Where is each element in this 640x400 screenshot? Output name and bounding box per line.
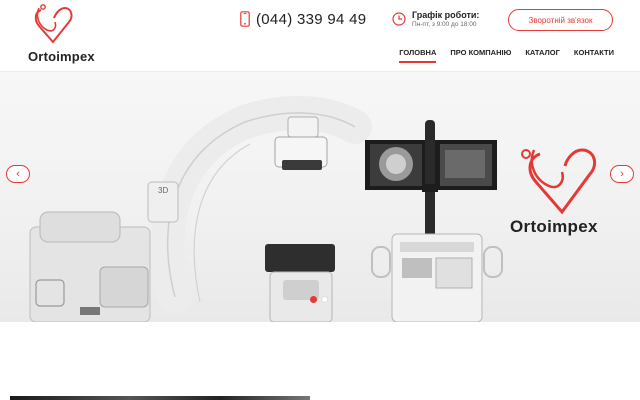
chevron-left-icon: ‹	[16, 167, 20, 180]
site-header: Ortoimpex (044) 339 94 49 Графік роботи:…	[0, 0, 640, 72]
slider-pagination	[310, 296, 328, 303]
nav-item-home[interactable]: ГОЛОВНА	[399, 48, 437, 63]
nav-item-contacts[interactable]: КОНТАКТИ	[574, 48, 614, 63]
callback-button[interactable]: Зворотній зв'язок	[508, 9, 613, 31]
work-schedule: Графік роботи: Пн-пт, з 9:00 до 18:00	[392, 10, 479, 29]
medical-equipment-image: 3D	[29, 96, 597, 322]
main-nav: ГОЛОВНА ПРО КОМПАНІЮ КАТАЛОГ КОНТАКТИ	[399, 48, 614, 63]
nav-item-about[interactable]: ПРО КОМПАНІЮ	[450, 48, 511, 63]
next-section-image-edge	[10, 396, 310, 400]
phone-icon	[240, 11, 250, 27]
nav-item-catalog[interactable]: КАТАЛОГ	[525, 48, 560, 63]
device-3d-label: 3D	[158, 186, 168, 195]
phone-number[interactable]: (044) 339 94 49	[256, 11, 366, 28]
phone-block[interactable]: (044) 339 94 49	[240, 9, 366, 29]
clock-icon	[392, 12, 406, 26]
hero-slider: 3D Ortoimpex	[0, 72, 640, 322]
schedule-title: Графік роботи:	[412, 10, 480, 20]
schedule-hours: Пн-пт, з 9:00 до 18:00	[412, 21, 477, 28]
slide-brand-text: Ortoimpex	[510, 217, 598, 236]
content-section	[0, 322, 640, 400]
slider-next-button[interactable]: ›	[610, 165, 634, 183]
slider-dot-1[interactable]	[310, 296, 317, 303]
site-logo[interactable]: Ortoimpex	[28, 4, 98, 66]
slider-prev-button[interactable]: ‹	[6, 165, 30, 183]
slide-logo-heart-icon	[521, 148, 597, 215]
chevron-right-icon: ›	[620, 167, 624, 180]
slider-dot-2[interactable]	[321, 296, 328, 303]
logo-text: Ortoimpex	[28, 49, 95, 64]
logo-heart-icon	[34, 4, 73, 44]
